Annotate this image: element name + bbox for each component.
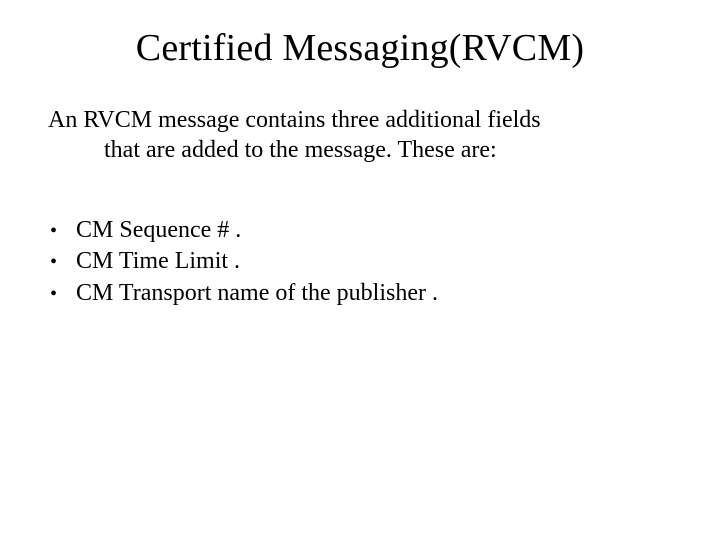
- bullet-list: • CM Sequence # . • CM Time Limit . • CM…: [0, 216, 720, 309]
- bullet-text: CM Sequence # .: [76, 216, 720, 246]
- bullet-icon: •: [0, 219, 76, 244]
- bullet-text: CM Transport name of the publisher .: [76, 279, 720, 309]
- intro-paragraph: An RVCM message contains three additiona…: [48, 106, 662, 166]
- slide-title: Certified Messaging(RVCM): [0, 0, 720, 70]
- list-item: • CM Transport name of the publisher .: [0, 279, 720, 309]
- bullet-text: CM Time Limit .: [76, 247, 720, 277]
- list-item: • CM Sequence # .: [0, 216, 720, 246]
- bullet-icon: •: [0, 250, 76, 275]
- bullet-icon: •: [0, 282, 76, 307]
- intro-line-2: that are added to the message. These are…: [48, 136, 662, 166]
- slide: Certified Messaging(RVCM) An RVCM messag…: [0, 0, 720, 540]
- list-item: • CM Time Limit .: [0, 247, 720, 277]
- intro-line-1: An RVCM message contains three additiona…: [48, 107, 541, 133]
